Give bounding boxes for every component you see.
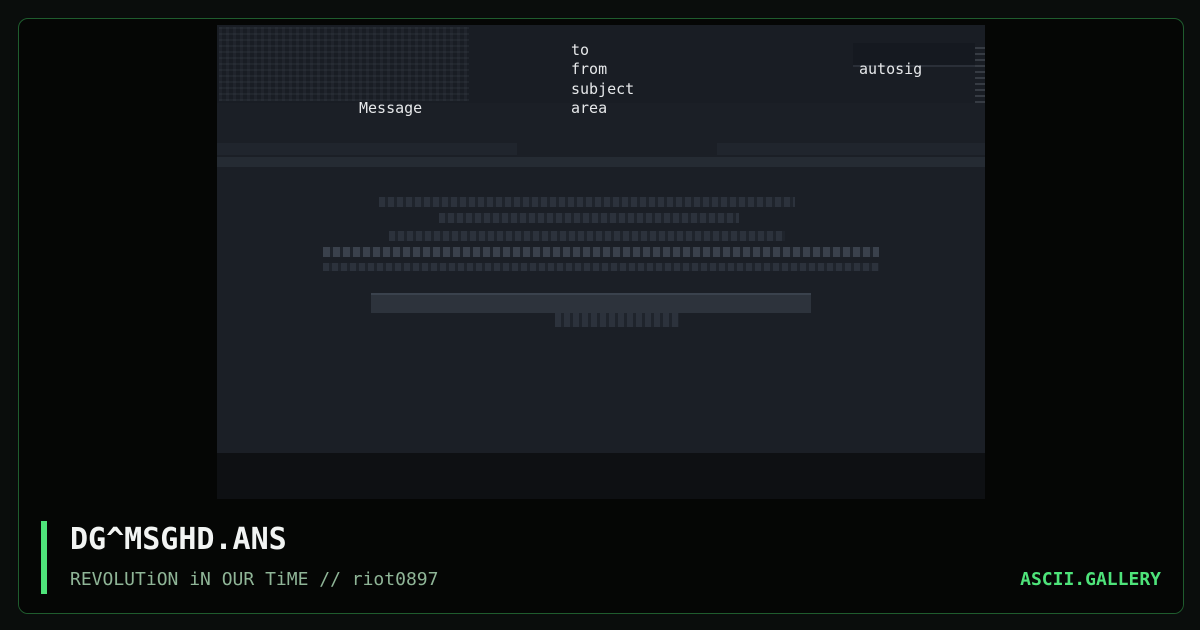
- footer: DG^MSGHD.ANS REVOLUTiON iN OUR TiME // r…: [19, 500, 1183, 613]
- site-brand[interactable]: ASCII.GALLERY: [1020, 568, 1161, 592]
- pack-credit: REVOLUTiON iN OUR TiME // riot0897: [70, 569, 439, 590]
- divider-band-left: [217, 143, 517, 155]
- file-title: DG^MSGHD.ANS: [70, 522, 287, 557]
- text-row: [555, 313, 679, 327]
- art-texture-right: [975, 47, 985, 103]
- text-row: [389, 231, 785, 241]
- text-row: [439, 213, 739, 223]
- ansi-art-preview: Message to from subject area autosig: [217, 25, 985, 499]
- card-frame: Message to from subject area autosig DG^…: [18, 18, 1184, 614]
- text-row: [323, 247, 879, 257]
- divider-band-right: [717, 143, 985, 155]
- autosig-label: autosig: [859, 60, 923, 78]
- subject-label: subject: [571, 80, 635, 98]
- art-texture-left: [219, 27, 469, 101]
- from-label: from: [571, 60, 608, 78]
- art-bottom-strip: [217, 453, 985, 499]
- separator-bar: [371, 293, 811, 313]
- to-label: to: [571, 41, 590, 59]
- area-label: area: [571, 99, 608, 117]
- divider-band: [217, 157, 985, 167]
- text-row: [323, 263, 879, 271]
- accent-bar: [41, 521, 47, 594]
- text-row: [379, 197, 795, 207]
- message-label: Message: [359, 99, 423, 117]
